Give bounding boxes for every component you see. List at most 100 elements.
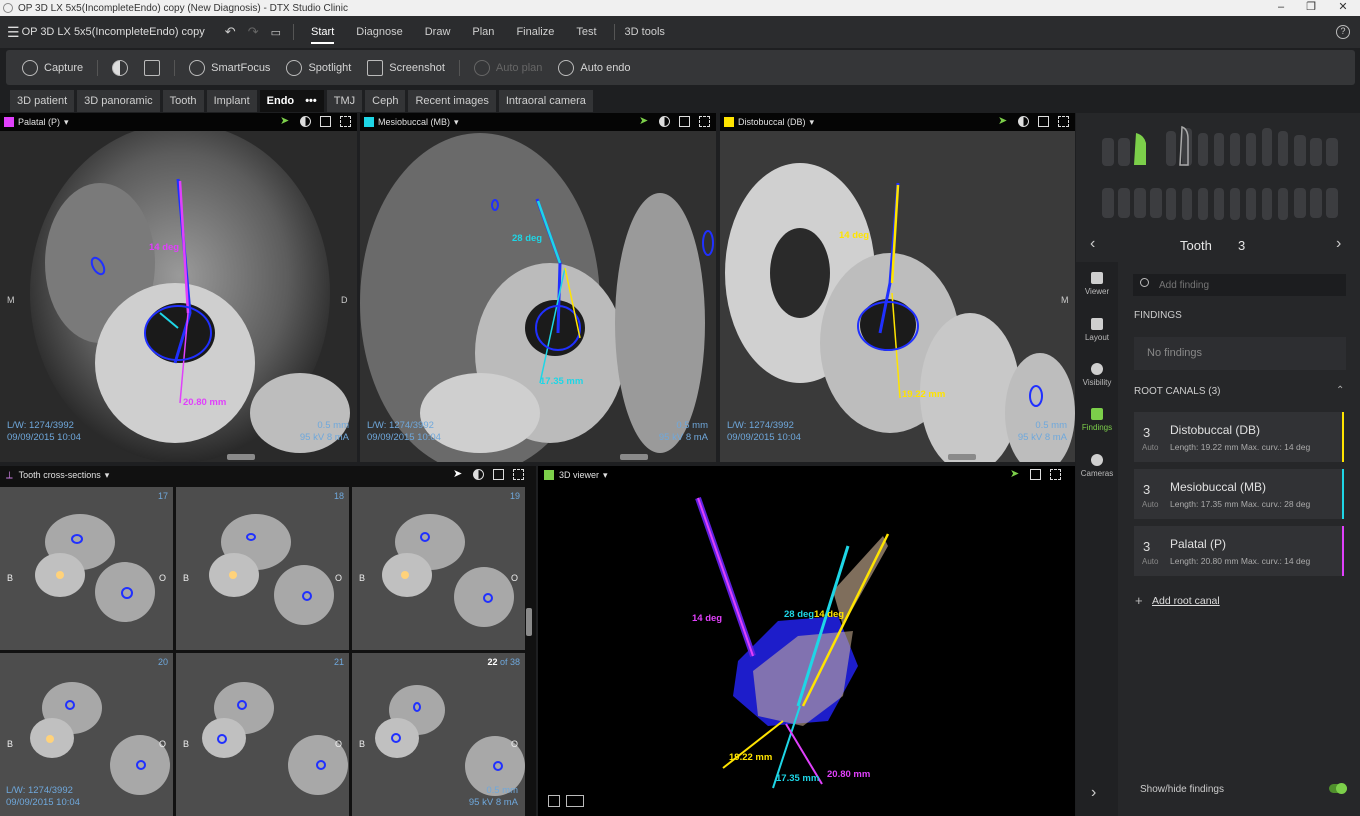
- fullscreen-icon[interactable]: [513, 469, 524, 480]
- fullscreen-icon[interactable]: [699, 116, 710, 127]
- cross-section-slice[interactable]: 22 of 38 B O 0.5 mm 95 kV 8 mA: [352, 653, 525, 816]
- smartfocus-button[interactable]: SmartFocus: [181, 59, 278, 76]
- fit-view-icon[interactable]: [320, 116, 331, 127]
- cross-section-slice[interactable]: 19 B O: [352, 487, 525, 650]
- show-hide-findings-toggle[interactable]: [1329, 783, 1347, 794]
- tab-3d-panoramic[interactable]: 3D panoramic: [77, 90, 160, 112]
- cross-section-slice[interactable]: 18 B O: [176, 487, 349, 650]
- fullscreen-icon[interactable]: [340, 116, 351, 127]
- cross-section-slice[interactable]: 17 B O: [0, 487, 173, 650]
- tab-tooth[interactable]: Tooth: [162, 90, 204, 112]
- mesiobuccal-view-title[interactable]: Mesiobuccal (MB): [378, 117, 450, 127]
- select-pointer-icon[interactable]: ➤: [998, 116, 1009, 127]
- horizontal-scrollbar[interactable]: [227, 454, 255, 460]
- palatal-view-title[interactable]: Palatal (P): [18, 117, 60, 127]
- contrast-icon[interactable]: [659, 116, 670, 127]
- previous-tooth-button[interactable]: ‹: [1090, 235, 1095, 253]
- fit-view-icon[interactable]: [679, 116, 690, 127]
- restore-button[interactable]: ❐: [1296, 0, 1326, 16]
- fullscreen-icon[interactable]: [1058, 116, 1069, 127]
- select-pointer-icon[interactable]: ➤: [280, 116, 291, 127]
- chevron-down-icon[interactable]: ▾: [454, 117, 459, 128]
- auto-plan-button[interactable]: Auto plan: [466, 59, 550, 76]
- hamburger-menu-icon[interactable]: ☰: [0, 24, 22, 41]
- layers-button[interactable]: [136, 59, 168, 76]
- cross-section-slice[interactable]: 21 B O: [176, 653, 349, 816]
- distobuccal-view[interactable]: Distobuccal (DB) ▾ ➤ M 14 deg 19.22 mm L…: [720, 113, 1075, 462]
- add-finding-input[interactable]: [1159, 277, 1339, 293]
- minimize-button[interactable]: ‒: [1266, 0, 1296, 16]
- 3d-viewer-title[interactable]: 3D viewer: [559, 470, 599, 480]
- palatal-view[interactable]: Palatal (P) ▾ ➤ M D 14 deg 20.80 mm L/W:…: [0, 113, 357, 462]
- contrast-icon[interactable]: [473, 469, 484, 480]
- help-icon[interactable]: ?: [1336, 25, 1350, 39]
- tab-recent-images[interactable]: Recent images: [408, 90, 496, 112]
- rail-viewer[interactable]: Viewer: [1076, 272, 1118, 296]
- fit-view-icon[interactable]: [1038, 116, 1049, 127]
- tab-more-icon[interactable]: •••: [305, 95, 317, 107]
- select-pointer-icon[interactable]: ➤: [1010, 469, 1021, 480]
- toggle-knob: [1336, 783, 1347, 794]
- 3d-viewer-panel[interactable]: 3D viewer ▾ ➤ 14 deg 28 deg 14 deg 19.22…: [538, 466, 1075, 816]
- redo-icon[interactable]: ↷: [242, 24, 265, 40]
- next-tooth-button[interactable]: ›: [1336, 235, 1341, 253]
- contrast-icon[interactable]: [300, 116, 311, 127]
- jaw-both-icon[interactable]: [566, 795, 584, 807]
- menu-start[interactable]: Start: [300, 16, 345, 48]
- tooth-chart[interactable]: [1076, 113, 1360, 262]
- root-canal-card-distobuccal[interactable]: 3 Auto Distobuccal (DB) Length: 19.22 mm…: [1134, 412, 1344, 462]
- fit-view-icon[interactable]: [1030, 469, 1041, 480]
- root-canal-card-mesiobuccal[interactable]: 3 Auto Mesiobuccal (MB) Length: 17.35 mm…: [1134, 469, 1344, 519]
- root-canals-header[interactable]: ROOT CANALS (3): [1134, 386, 1221, 397]
- chevron-up-icon[interactable]: ⌃: [1336, 385, 1344, 396]
- tab-endo[interactable]: Endo •••: [259, 90, 324, 112]
- capture-button[interactable]: Capture: [14, 59, 91, 76]
- chevron-down-icon[interactable]: ▾: [105, 470, 110, 481]
- menu-test[interactable]: Test: [565, 16, 607, 48]
- chevron-down-icon[interactable]: ▾: [603, 470, 608, 481]
- contrast-button[interactable]: [104, 59, 136, 76]
- tab-ceph[interactable]: Ceph: [365, 90, 406, 112]
- fullscreen-icon[interactable]: [1050, 469, 1061, 480]
- screenshot-button[interactable]: Screenshot: [359, 59, 453, 76]
- tab-intraoral-camera[interactable]: Intraoral camera: [498, 90, 593, 112]
- rail-cameras[interactable]: Cameras: [1076, 454, 1118, 478]
- menu-3d-tools[interactable]: 3D tools: [621, 16, 676, 48]
- menu-plan[interactable]: Plan: [461, 16, 505, 48]
- add-finding-search[interactable]: [1133, 274, 1346, 296]
- spotlight-button[interactable]: Spotlight: [278, 59, 359, 76]
- collapse-panel-button[interactable]: ›: [1091, 784, 1096, 802]
- auto-endo-button[interactable]: Auto endo: [550, 59, 638, 76]
- chevron-down-icon[interactable]: ▾: [810, 117, 815, 128]
- tab-tmj[interactable]: TMJ: [326, 90, 363, 112]
- tab-implant[interactable]: Implant: [206, 90, 257, 112]
- select-pointer-icon[interactable]: ➤: [453, 469, 464, 480]
- jaw-single-icon[interactable]: [548, 795, 560, 807]
- menu-finalize[interactable]: Finalize: [505, 16, 565, 48]
- add-root-canal-link[interactable]: Add root canal: [1152, 595, 1220, 607]
- rail-visibility[interactable]: Visibility: [1076, 363, 1118, 387]
- rail-findings[interactable]: Findings: [1076, 408, 1118, 432]
- horizontal-scrollbar[interactable]: [948, 454, 976, 460]
- cross-sections-title[interactable]: Tooth cross-sections: [19, 470, 101, 480]
- distobuccal-view-title[interactable]: Distobuccal (DB): [738, 117, 806, 127]
- contrast-icon[interactable]: [1018, 116, 1029, 127]
- rail-layout[interactable]: Layout: [1076, 318, 1118, 342]
- vertical-scrollbar[interactable]: [526, 608, 532, 636]
- tab-3d-patient[interactable]: 3D patient: [10, 90, 75, 112]
- cross-section-slice[interactable]: 20 B O L/W: 1274/3992 09/09/2015 10:04: [0, 653, 173, 816]
- save-icon[interactable]: ▭: [265, 26, 287, 39]
- root-canal-card-palatal[interactable]: 3 Auto Palatal (P) Length: 20.80 mm Max.…: [1134, 526, 1344, 576]
- close-button[interactable]: ✕: [1328, 0, 1358, 16]
- select-pointer-icon[interactable]: ➤: [639, 116, 650, 127]
- chevron-down-icon[interactable]: ▾: [64, 117, 69, 128]
- horizontal-scrollbar[interactable]: [620, 454, 648, 460]
- distobuccal-view-header: Distobuccal (DB) ▾ ➤: [720, 113, 1075, 131]
- mesiobuccal-view[interactable]: Mesiobuccal (MB) ▾ ➤ 28 deg 17.35 mm L/W…: [360, 113, 716, 462]
- palatal-ct-image: [0, 113, 357, 462]
- distal-marker: D: [341, 295, 348, 305]
- menu-draw[interactable]: Draw: [414, 16, 462, 48]
- menu-diagnose[interactable]: Diagnose: [345, 16, 413, 48]
- fit-view-icon[interactable]: [493, 469, 504, 480]
- undo-icon[interactable]: ↶: [219, 24, 242, 40]
